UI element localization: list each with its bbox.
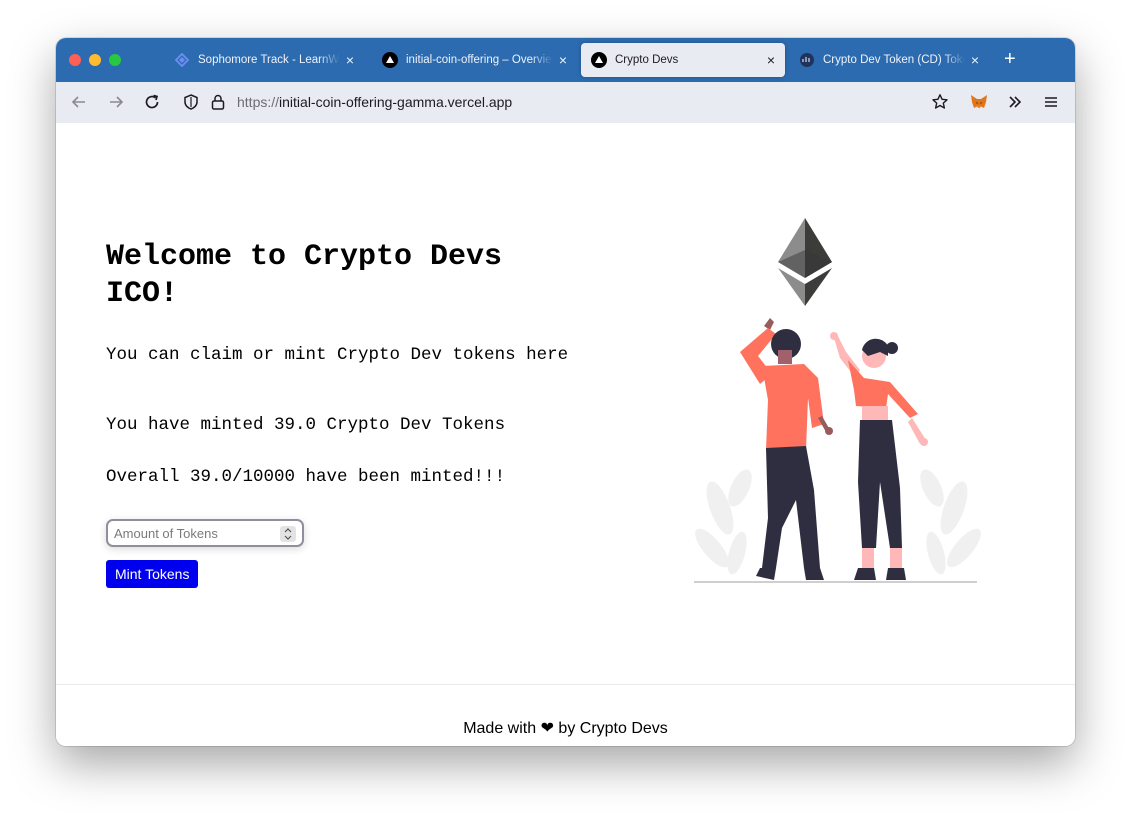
- mint-tokens-button[interactable]: Mint Tokens: [106, 560, 199, 588]
- url-host: initial-coin-offering-gamma.vercel.app: [279, 94, 513, 110]
- page-title: Welcome to Crypto Devs ICO!: [106, 240, 503, 311]
- tab-strip: Sophomore Track - LearnWeb3 × initial-co…: [56, 38, 1075, 82]
- close-tab-icon[interactable]: ×: [767, 53, 775, 67]
- man-figure: [740, 318, 833, 580]
- browser-window: Sophomore Track - LearnWeb3 × initial-co…: [56, 38, 1075, 746]
- url-scheme: https://: [237, 94, 280, 110]
- plant-decoration: [695, 469, 981, 575]
- page-footer: Made with ❤ by Crypto Devs: [56, 684, 1075, 746]
- number-stepper-icon[interactable]: [280, 526, 296, 542]
- amount-of-tokens-input[interactable]: [106, 519, 304, 547]
- etherscan-icon: [799, 52, 815, 68]
- woman-figure: [830, 332, 928, 580]
- new-tab-button[interactable]: +: [1004, 49, 1016, 69]
- tab-etherscan-token[interactable]: Crypto Dev Token (CD) Token ×: [789, 43, 989, 77]
- bookmark-star-icon[interactable]: [930, 92, 950, 112]
- back-arrow-icon[interactable]: [69, 92, 89, 112]
- zoom-window-button[interactable]: [109, 54, 121, 66]
- forward-arrow-icon[interactable]: [106, 92, 126, 112]
- tab-title: Crypto Devs: [615, 54, 679, 66]
- close-tab-icon[interactable]: ×: [559, 53, 567, 67]
- tab-crypto-devs[interactable]: Crypto Devs ×: [581, 43, 785, 77]
- ethereum-logo-icon: [778, 218, 832, 306]
- learnweb3-icon: [174, 52, 190, 68]
- close-tab-icon[interactable]: ×: [971, 53, 979, 67]
- minted-count-text: You have minted 39.0 Crypto Dev Tokens: [106, 415, 506, 435]
- tab-title: Sophomore Track - LearnWeb3: [198, 54, 340, 66]
- lock-icon[interactable]: [208, 92, 228, 112]
- tab-title: Crypto Dev Token (CD) Token: [823, 54, 965, 66]
- crypto-devs-illustration: [694, 218, 981, 583]
- shield-icon[interactable]: [181, 92, 201, 112]
- nav-toolbar: https://initial-coin-offering-gamma.verc…: [56, 82, 1075, 124]
- overflow-chevrons-icon[interactable]: [1005, 92, 1025, 112]
- metamask-fox-icon[interactable]: [969, 92, 989, 112]
- vercel-icon: [382, 52, 398, 68]
- tab-learnweb3[interactable]: Sophomore Track - LearnWeb3 ×: [164, 43, 364, 77]
- vercel-icon: [591, 52, 607, 68]
- page-description: You can claim or mint Crypto Dev tokens …: [106, 345, 569, 365]
- minimize-window-button[interactable]: [89, 54, 101, 66]
- page-content: Welcome to Crypto Devs ICO! You can clai…: [56, 123, 1075, 746]
- overall-minted-text: Overall 39.0/10000 have been minted!!!: [106, 467, 506, 487]
- hamburger-menu-icon[interactable]: [1041, 92, 1061, 112]
- footer-text: Made with ❤ by Crypto Devs: [463, 720, 668, 737]
- close-tab-icon[interactable]: ×: [346, 53, 354, 67]
- tab-vercel-overview[interactable]: initial-coin-offering – Overview ×: [372, 43, 577, 77]
- reload-icon[interactable]: [142, 92, 162, 112]
- url-bar[interactable]: https://initial-coin-offering-gamma.verc…: [237, 94, 512, 110]
- tab-title: initial-coin-offering – Overview: [406, 54, 553, 66]
- close-window-button[interactable]: [69, 54, 81, 66]
